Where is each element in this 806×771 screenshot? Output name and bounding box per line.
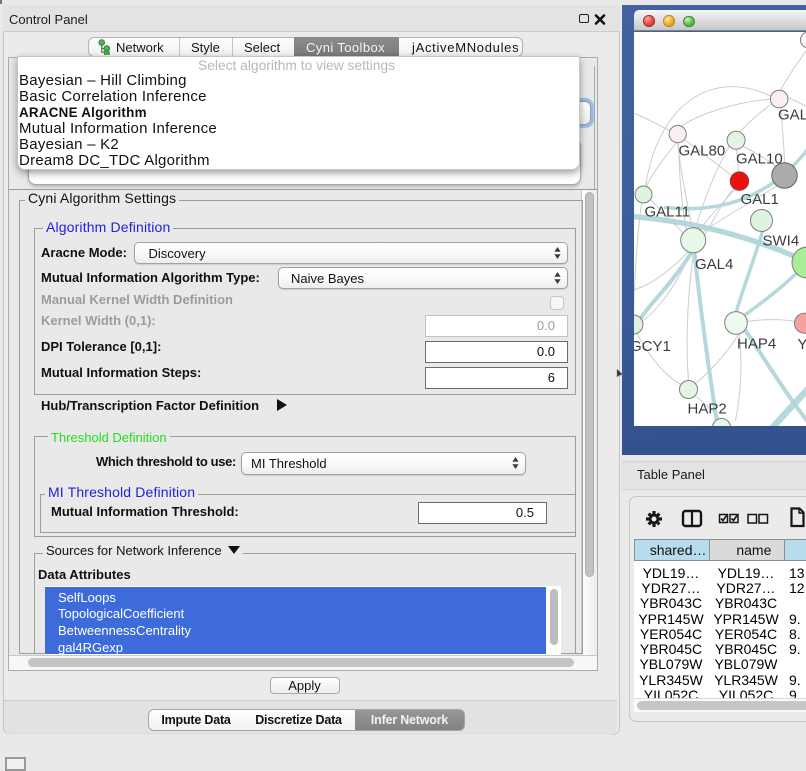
svg-text:HAP4: HAP4 <box>737 335 776 352</box>
svg-text:GAL4: GAL4 <box>695 256 733 273</box>
svg-text:SWI4: SWI4 <box>762 232 799 249</box>
svg-text:GAL10: GAL10 <box>736 150 783 167</box>
svg-text:HAP2: HAP2 <box>687 400 726 417</box>
svg-text:GCY1: GCY1 <box>634 338 671 355</box>
svg-text:YD: YD <box>797 336 806 353</box>
svg-text:GAL7: GAL7 <box>778 106 806 123</box>
svg-text:GAL1: GAL1 <box>740 191 778 208</box>
svg-text:GAL11: GAL11 <box>644 203 690 220</box>
svg-text:GAL80: GAL80 <box>678 142 725 159</box>
